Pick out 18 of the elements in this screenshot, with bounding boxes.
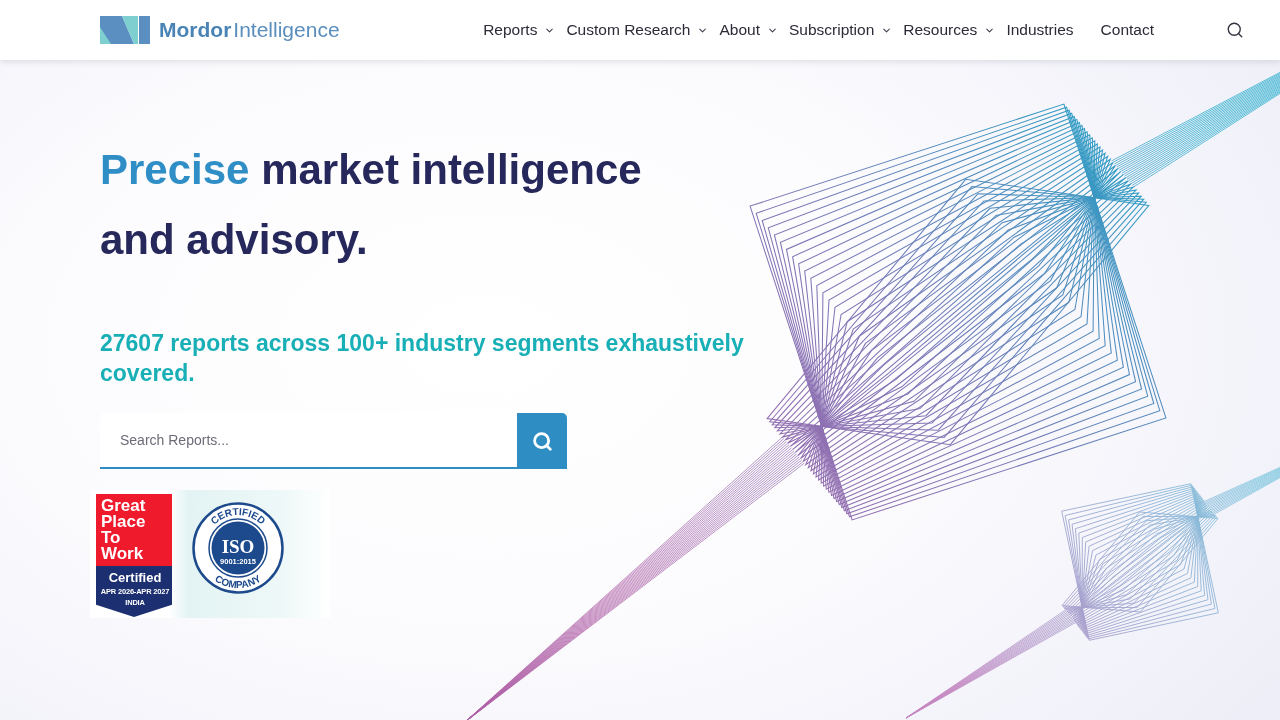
logo-text[interactable]: MordorIntelligence [159,18,340,42]
nav-item[interactable]: Contact [1100,21,1170,39]
seal-text: ISO [221,536,255,557]
nav-item[interactable]: Reports [483,21,556,39]
badge-label: Certified [108,571,162,585]
seal-text: COMPANY [213,572,263,591]
nav-item[interactable]: Resources [903,21,996,39]
search-icon [531,430,553,452]
nav-item[interactable]: Subscription [789,21,893,39]
search-icon [1226,21,1244,39]
seal-text: CERTIFIED [208,505,268,527]
nav-item[interactable]: About [719,21,778,39]
headline: Precise market intelligence and advisory. [100,145,643,265]
nav-item[interactable]: Custom Research [566,21,709,39]
tagline: 27607 reports across 100+ industry segments exhaustively covered. [100,329,745,388]
badge-title: Great Place To Work [101,498,147,565]
logo-icon[interactable] [100,16,150,44]
nav-item[interactable]: Industries [1006,21,1090,39]
